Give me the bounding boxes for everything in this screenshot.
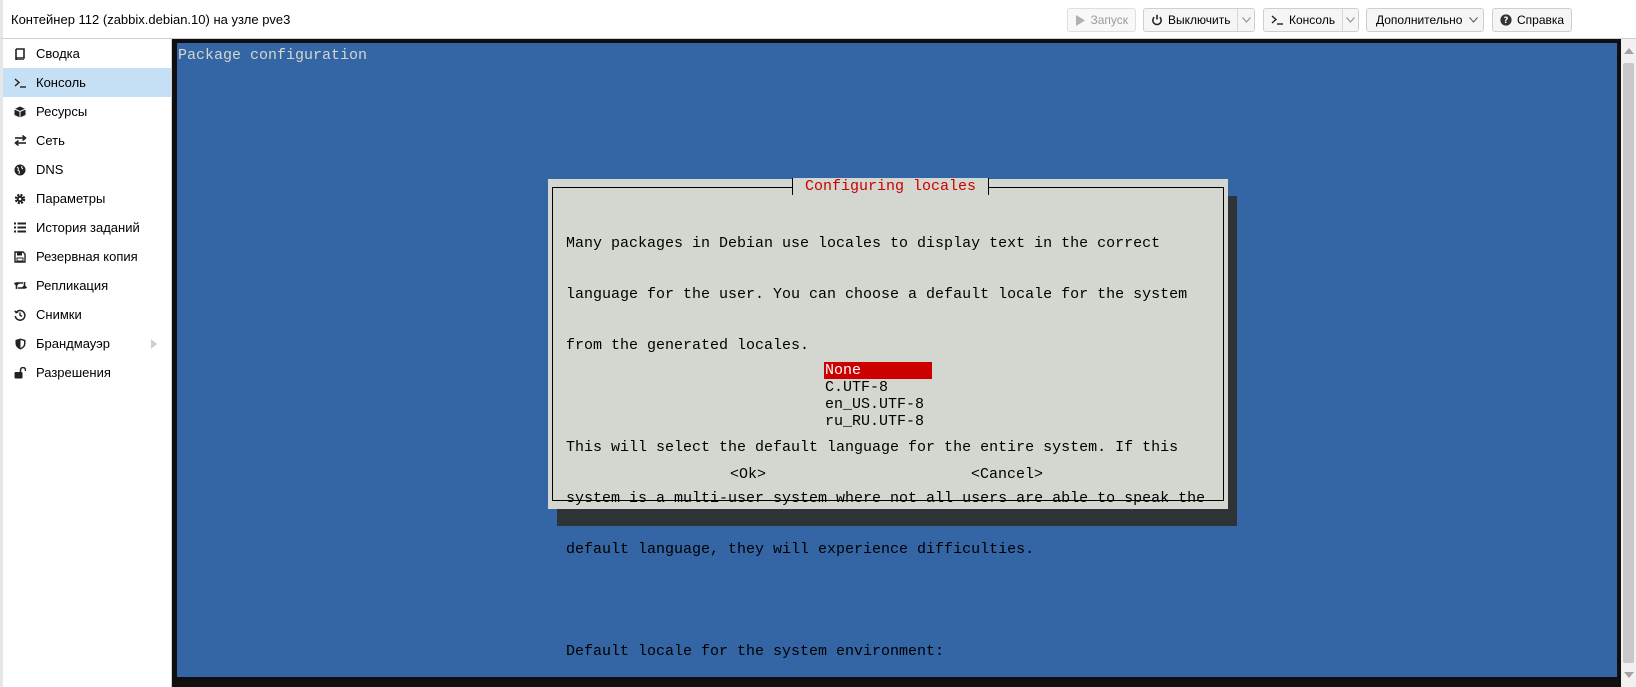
more-button-label: Дополнительно xyxy=(1376,13,1463,27)
expand-arrow-icon[interactable] xyxy=(151,339,157,349)
sidebar-item-task-history[interactable]: История заданий xyxy=(3,213,171,242)
dialog-text-line: language for the user. You can choose a … xyxy=(566,286,1188,303)
globe-icon xyxy=(13,163,27,177)
dialog-text-line xyxy=(566,592,1205,609)
scroll-up-arrow-icon[interactable] xyxy=(1624,48,1634,54)
sidebar-item-snapshots[interactable]: Снимки xyxy=(3,300,171,329)
sidebar-item-replication[interactable]: Репликация xyxy=(3,271,171,300)
dialog-text-line: default language, they will experience d… xyxy=(566,541,1035,558)
terminal-icon xyxy=(1271,13,1284,27)
locale-options-list[interactable]: None C.UTF-8 en_US.UTF-8 ru_RU.UTF-8 xyxy=(824,362,932,430)
sidebar-item-options[interactable]: Параметры xyxy=(3,184,171,213)
dialog-text-line: This will select the default language fo… xyxy=(566,439,1179,456)
dialog-text-line: from the generated locales. xyxy=(566,337,810,354)
book-icon xyxy=(13,47,27,61)
ok-button[interactable]: <Ok> xyxy=(730,466,766,483)
terminal-screen[interactable]: Package configuration Configuring locale… xyxy=(177,43,1617,677)
sidebar-item-dns[interactable]: DNS xyxy=(3,155,171,184)
terminal-header: Package configuration xyxy=(178,47,368,64)
header-bar: Контейнер 112 (zabbix.debian.10) на узле… xyxy=(0,0,1636,39)
dialog-text-line: Default locale for the system environmen… xyxy=(566,643,945,660)
sidebar-item-label: Резервная копия xyxy=(36,249,138,264)
shield-icon xyxy=(13,337,27,351)
list-icon xyxy=(13,221,27,235)
retweet-icon xyxy=(13,279,27,293)
play-icon xyxy=(1075,13,1086,27)
sidebar-item-permissions[interactable]: Разрешения xyxy=(3,358,171,387)
app-window: Контейнер 112 (zabbix.debian.10) на узле… xyxy=(0,0,1636,687)
window-title: Контейнер 112 (zabbix.debian.10) на узле… xyxy=(11,12,291,27)
sidebar-item-label: Брандмауэр xyxy=(36,336,110,351)
console-button-label: Консоль xyxy=(1289,13,1336,27)
sidebar-item-label: Консоль xyxy=(36,75,86,90)
console-button[interactable]: Консоль xyxy=(1263,8,1359,32)
more-button[interactable]: Дополнительно xyxy=(1366,8,1484,32)
sidebar-item-resources[interactable]: Ресурсы xyxy=(3,97,171,126)
start-button-label: Запуск xyxy=(1090,13,1128,27)
locale-option-en-us-utf8[interactable]: en_US.UTF-8 xyxy=(824,396,932,413)
sidebar-item-label: Параметры xyxy=(36,191,106,206)
locale-option-none[interactable]: None xyxy=(824,362,932,379)
question-circle-icon: ? xyxy=(1500,13,1512,27)
floppy-icon xyxy=(13,250,27,264)
sidebar-item-label: Снимки xyxy=(36,307,82,322)
scroll-down-arrow-icon[interactable] xyxy=(1624,672,1634,678)
dialog-text-line: system is a multi-user system where not … xyxy=(566,490,1206,507)
locale-option-c-utf8[interactable]: C.UTF-8 xyxy=(824,379,932,396)
shutdown-button-label: Выключить xyxy=(1168,13,1231,27)
terminal-icon xyxy=(13,76,27,90)
sidebar-item-label: Репликация xyxy=(36,278,109,293)
locale-option-ru-ru-utf8[interactable]: ru_RU.UTF-8 xyxy=(824,413,932,430)
chevron-down-icon[interactable] xyxy=(1237,9,1254,31)
sidebar-item-label: DNS xyxy=(36,162,64,177)
sidebar-item-firewall[interactable]: Брандмауэр xyxy=(3,329,171,358)
dialog-message: Many packages in Debian use locales to d… xyxy=(566,201,1205,687)
sidebar-item-label: Сводка xyxy=(36,46,80,61)
help-button-label: Справка xyxy=(1517,13,1565,27)
console-panel[interactable]: Package configuration Configuring locale… xyxy=(172,39,1621,687)
page-scrollbar[interactable] xyxy=(1621,39,1636,687)
sidebar-item-backup[interactable]: Резервная копия xyxy=(3,242,171,271)
help-button[interactable]: ? Справка xyxy=(1492,8,1572,32)
sidebar-item-label: Ресурсы xyxy=(36,104,88,119)
cube-icon xyxy=(13,105,27,119)
svg-text:?: ? xyxy=(1504,16,1509,26)
sidebar-item-summary[interactable]: Сводка xyxy=(3,39,171,68)
chevron-down-icon[interactable] xyxy=(1342,9,1358,31)
history-icon xyxy=(13,308,27,322)
sidebar-item-network[interactable]: Сеть xyxy=(3,126,171,155)
cancel-button[interactable]: <Cancel> xyxy=(971,466,1043,483)
sidebar-item-label: Сеть xyxy=(36,133,65,148)
shutdown-button[interactable]: Выключить xyxy=(1143,8,1255,32)
sidebar-nav: Сводка Консоль Ресурсы Сеть DNS Параметр… xyxy=(0,39,172,687)
sidebar-item-console[interactable]: Консоль xyxy=(3,68,171,97)
chevron-down-icon xyxy=(1469,13,1479,27)
dialog-text-line: Many packages in Debian use locales to d… xyxy=(566,235,1161,252)
gear-icon xyxy=(13,192,27,206)
scroll-thumb[interactable] xyxy=(1623,63,1634,663)
exchange-icon xyxy=(13,134,27,148)
dialog-title: Configuring locales xyxy=(792,178,990,195)
start-button[interactable]: Запуск xyxy=(1067,8,1136,32)
locales-dialog: Configuring locales Many packages in Deb… xyxy=(548,178,1228,660)
sidebar-item-label: Разрешения xyxy=(36,365,111,380)
power-icon xyxy=(1151,13,1163,27)
sidebar-item-label: История заданий xyxy=(36,220,140,235)
unlock-icon xyxy=(13,366,27,380)
